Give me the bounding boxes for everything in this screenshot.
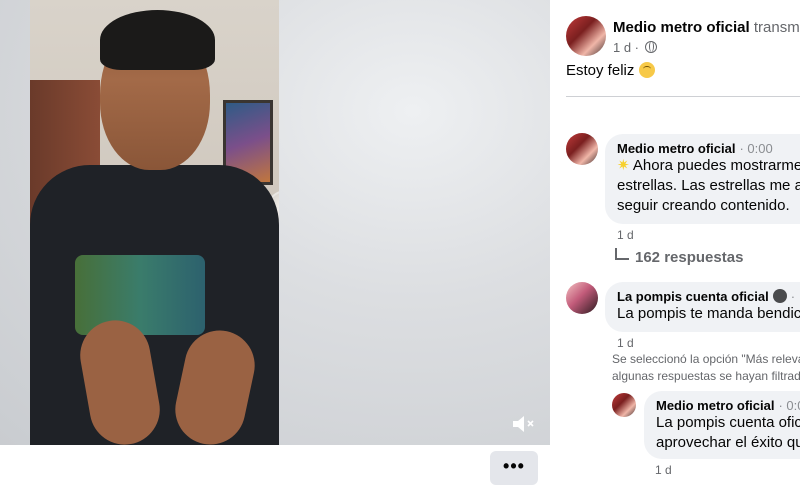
comment-avatar[interactable] bbox=[566, 133, 598, 165]
upside-down-face-emoji-icon bbox=[638, 62, 655, 78]
reply-text: La pompis cuenta ofici aprovechar el éxi… bbox=[656, 414, 800, 451]
video-frame[interactable] bbox=[30, 0, 279, 445]
reply-arrow-icon bbox=[615, 248, 629, 260]
comment-text: ✷ Ahora puedes mostrarme estrellas. Las … bbox=[617, 157, 800, 214]
divider bbox=[566, 96, 800, 97]
more-options-button[interactable]: ••• bbox=[490, 451, 538, 485]
post-author-line: Medio metro oficial transmi bbox=[613, 19, 800, 36]
comment-bubble: Medio metro oficial · 0:00 ✷ Ahora puedes… bbox=[605, 134, 800, 224]
globe-icon bbox=[644, 41, 657, 53]
reply-age[interactable]: 1 d bbox=[655, 463, 672, 477]
comment-bubble: La pompis cuenta oficial · La pompis te m… bbox=[605, 282, 800, 332]
comment-avatar[interactable] bbox=[566, 282, 598, 314]
view-replies-link[interactable]: 162 respuestas bbox=[615, 248, 743, 266]
reply-author: Medio metro oficial· 0:0 bbox=[656, 398, 800, 413]
volume-muted-icon[interactable] bbox=[510, 413, 536, 435]
post-sidebar: Medio metro oficial transmi 1 d · Estoy … bbox=[551, 0, 800, 487]
post-meta: 1 d · bbox=[613, 40, 657, 55]
person-hair bbox=[100, 10, 215, 70]
comment-author: Medio metro oficial · 0:00 bbox=[617, 141, 773, 156]
post-text: Estoy feliz bbox=[566, 62, 655, 79]
video-player[interactable] bbox=[0, 0, 550, 445]
post-author-name[interactable]: Medio metro oficial bbox=[613, 19, 750, 36]
author-avatar[interactable] bbox=[566, 16, 606, 56]
reply-bubble: Medio metro oficial· 0:0 La pompis cuent… bbox=[644, 391, 800, 459]
badge-icon bbox=[772, 289, 787, 303]
shirt-print bbox=[75, 255, 205, 335]
relevance-filter-notice: Se seleccionó la opción "Más releva algu… bbox=[612, 352, 800, 383]
comment-author: La pompis cuenta oficial · bbox=[617, 289, 796, 304]
post-timestamp[interactable]: 1 d · bbox=[613, 40, 639, 55]
comment-time: · 0:00 bbox=[739, 141, 773, 156]
star-icon: ✷ bbox=[617, 157, 630, 174]
facebook-video-viewer: ••• Medio metro oficial transmi 1 d · Es… bbox=[0, 0, 800, 487]
comment-text: La pompis te manda bendic bbox=[617, 305, 800, 322]
comment-age[interactable]: 1 d bbox=[617, 228, 634, 242]
comment-age[interactable]: 1 d bbox=[617, 336, 634, 350]
reply-avatar[interactable] bbox=[612, 393, 636, 417]
post-action-text: transmi bbox=[753, 19, 800, 36]
